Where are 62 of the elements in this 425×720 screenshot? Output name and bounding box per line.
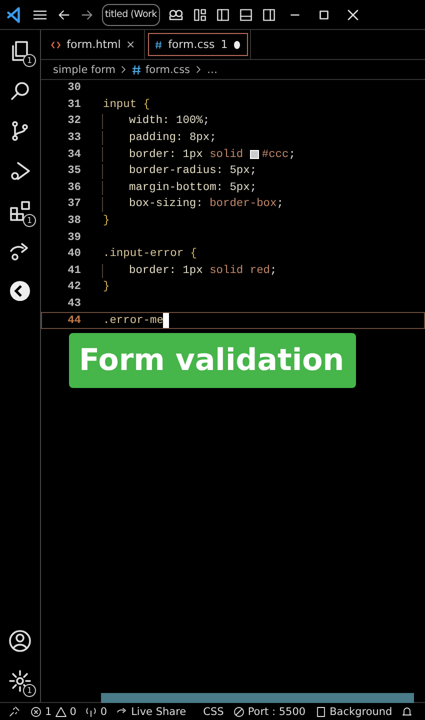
line-number: 32	[66, 115, 81, 128]
document-icon	[314, 706, 327, 718]
notification-badge: 1	[23, 214, 36, 227]
line-number: 40	[66, 248, 81, 260]
breadcrumb-item[interactable]: simple form	[53, 64, 116, 76]
unsaved-dot[interactable]	[234, 40, 240, 48]
code-line: padding: 8px;	[102, 130, 216, 146]
warning-icon	[54, 706, 67, 718]
line-number: 38	[66, 215, 81, 228]
hash-icon	[132, 64, 142, 74]
line-number: 42	[66, 281, 81, 294]
command-center-field[interactable]: titled (Work	[102, 4, 160, 26]
close-icon[interactable]	[126, 40, 134, 49]
code-line: box-sizing: border-box;	[102, 197, 284, 212]
code-line: border-radius: 5px;	[102, 164, 257, 179]
code-line: }	[102, 214, 110, 228]
extension-logo-icon[interactable]	[8, 279, 32, 303]
line-number: 41	[66, 264, 81, 277]
text-cursor	[163, 313, 170, 328]
line-number: 33	[66, 132, 81, 144]
line-number: 30	[66, 82, 81, 94]
scrollbar[interactable]	[101, 693, 414, 703]
code-line: input {	[102, 98, 150, 112]
line-number: 37	[66, 198, 81, 210]
language-mode[interactable]: CSS	[203, 706, 224, 718]
code-line: }	[102, 280, 110, 295]
run-debug-icon[interactable]	[8, 159, 32, 183]
line-number: 39	[66, 232, 81, 244]
antenna-icon	[85, 706, 98, 718]
code-line: width: 100%;	[102, 114, 210, 129]
ports-status[interactable]: 0	[85, 706, 108, 718]
line-number: 31	[66, 98, 81, 111]
code-brackets-icon	[51, 40, 61, 50]
extensions-icon[interactable]	[8, 199, 32, 223]
port-status[interactable]: Port : 5500	[232, 706, 306, 718]
notification-badge: 1	[23, 684, 36, 697]
problems-status[interactable]: 1 0	[30, 706, 76, 718]
background-status[interactable]: Background	[314, 706, 392, 718]
account-icon[interactable]	[8, 629, 32, 653]
line-number: 43	[66, 298, 81, 310]
notification-badge: 1	[23, 54, 36, 67]
breadcrumb-item[interactable]: form.css	[145, 64, 190, 76]
code-line: border: 1px solid #ccc;	[102, 147, 296, 162]
editor-tab[interactable]: form.css 1	[145, 30, 251, 59]
line-number: 44	[66, 314, 81, 327]
line-number: 36	[66, 182, 81, 194]
caption-banner: Form validation	[69, 333, 356, 388]
editor-tab[interactable]: form.html	[41, 30, 145, 59]
line-number: 35	[66, 165, 81, 178]
code-line: margin-bottom: 5px;	[102, 180, 257, 196]
color-swatch[interactable]	[250, 150, 259, 160]
bell-icon[interactable]	[401, 706, 414, 718]
code-line: .error-me	[102, 313, 170, 328]
breadcrumb-item[interactable]: …	[207, 64, 218, 76]
error-icon	[30, 706, 42, 718]
code-line: border: 1px solid red;	[102, 264, 277, 278]
line-number: 34	[66, 148, 81, 161]
live-share-status[interactable]: Live Share	[116, 706, 186, 718]
search-icon[interactable]	[8, 79, 32, 103]
blocked-icon	[232, 706, 245, 718]
code-line: .input-error {	[102, 246, 197, 262]
hash-icon	[155, 40, 162, 50]
